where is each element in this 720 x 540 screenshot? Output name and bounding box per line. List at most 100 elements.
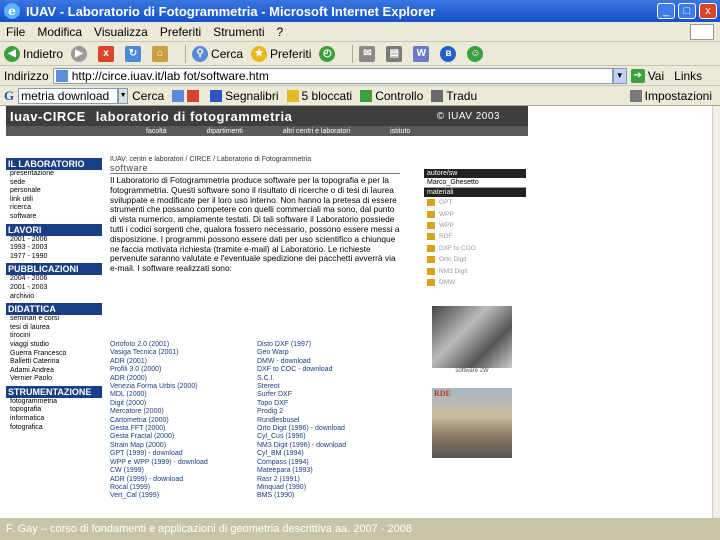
- google-settings-button[interactable]: Impostazioni: [629, 89, 712, 103]
- program-link[interactable]: Mateepara (1993): [257, 467, 346, 475]
- menu-help[interactable]: ?: [277, 25, 284, 39]
- stop-button[interactable]: x: [98, 45, 117, 62]
- breadcrumb[interactable]: IUAV: centri e laboratori / CIRCE / Labo…: [110, 156, 400, 163]
- program-link[interactable]: Disto DXF (1997): [257, 341, 346, 349]
- spellcheck-button[interactable]: Controllo: [360, 89, 423, 103]
- program-link[interactable]: Cyl_BM (1994): [257, 450, 346, 458]
- program-link[interactable]: Rocal (1999): [110, 484, 208, 492]
- program-link[interactable]: Strain Map (2000): [110, 442, 208, 450]
- google-dropdown-icon[interactable]: ▼: [118, 87, 129, 104]
- program-link[interactable]: Rundlesbusel: [257, 417, 346, 425]
- sidebar-item[interactable]: Balletti Caterina: [6, 358, 102, 367]
- sidebar-item[interactable]: 2004 - 2006: [6, 275, 102, 284]
- sidebar-item[interactable]: link utili: [6, 196, 102, 205]
- maximize-button[interactable]: □: [678, 3, 696, 19]
- links-button[interactable]: Links: [674, 69, 702, 83]
- sidebar-item[interactable]: fotogrammetria: [6, 398, 102, 407]
- program-link[interactable]: ADR (1999) - download: [110, 476, 208, 484]
- sidebar-item[interactable]: personale: [6, 187, 102, 196]
- address-input[interactable]: http://circe.iuav.it/lab fot/software.ht…: [52, 67, 613, 84]
- nav-dipartimenti[interactable]: dipartimenti: [207, 128, 243, 135]
- google-search-button[interactable]: Cerca: [132, 89, 164, 103]
- print-button[interactable]: ▤: [386, 45, 405, 62]
- sidebar-item[interactable]: tesi di laurea: [6, 324, 102, 333]
- material-item[interactable]: NM3 Digit: [424, 265, 526, 276]
- messenger-button[interactable]: ☺: [467, 45, 486, 62]
- sidebar-item[interactable]: informatica: [6, 415, 102, 424]
- sidebar-item[interactable]: ricerca: [6, 204, 102, 213]
- material-item[interactable]: Orto Digit: [424, 254, 526, 265]
- sidebar-item[interactable]: viaggi studio: [6, 341, 102, 350]
- sidebar-section[interactable]: IL LABORATORIO: [6, 158, 102, 170]
- program-link[interactable]: Gesta FFT (2000): [110, 425, 208, 433]
- vertical-scrollbar[interactable]: [712, 106, 720, 520]
- sidebar-item[interactable]: 1977 - 1990: [6, 253, 102, 262]
- sidebar-item[interactable]: Guerra Francesco: [6, 350, 102, 359]
- program-link[interactable]: CW (1999): [110, 467, 208, 475]
- program-link[interactable]: Ortofoto 2.0 (2001): [110, 341, 208, 349]
- google-search-input[interactable]: metria download: [18, 87, 119, 104]
- sidebar-item[interactable]: fotografica: [6, 424, 102, 433]
- program-link[interactable]: ADR (2000): [110, 375, 208, 383]
- material-item[interactable]: DXF to COO: [424, 243, 526, 254]
- author-name[interactable]: Marco_Ghesetto: [424, 178, 526, 188]
- program-link[interactable]: Cartometria (2000): [110, 417, 208, 425]
- program-link[interactable]: Cyl_Cus (1996): [257, 433, 346, 441]
- program-link[interactable]: Vasiga Tecnica (2001): [110, 349, 208, 357]
- material-item[interactable]: GPT: [424, 197, 526, 208]
- sidebar-item[interactable]: 2001 - 2006: [6, 236, 102, 245]
- program-link[interactable]: ADR (2001): [110, 358, 208, 366]
- sidebar-item[interactable]: seminari e corsi: [6, 315, 102, 324]
- sidebar-section[interactable]: PUBBLICAZIONI: [6, 263, 102, 276]
- program-link[interactable]: Mercatore (2000): [110, 408, 208, 416]
- google-extra-buttons[interactable]: [172, 89, 202, 102]
- program-link[interactable]: Orto Digit (1996) - download: [257, 425, 346, 433]
- close-button[interactable]: x: [699, 3, 717, 19]
- favorites-button[interactable]: ★ Preferiti: [251, 45, 311, 62]
- nav-istituto[interactable]: istituto: [390, 128, 410, 135]
- edit-button[interactable]: W: [413, 45, 432, 62]
- menu-tools[interactable]: Strumenti: [213, 25, 264, 39]
- home-button[interactable]: ⌂: [152, 45, 171, 62]
- program-link[interactable]: Gesta Fractal (2000): [110, 433, 208, 441]
- translate-button[interactable]: Tradu: [431, 89, 477, 103]
- program-link[interactable]: Profili 3.0 (2000): [110, 366, 208, 374]
- back-button[interactable]: ◀ Indietro: [4, 45, 63, 62]
- refresh-button[interactable]: ↻: [125, 45, 144, 62]
- program-link[interactable]: Compass (1994): [257, 459, 346, 467]
- program-link[interactable]: DXF to COC - download: [257, 366, 346, 374]
- bookmarks-button[interactable]: Segnalibri: [210, 89, 279, 103]
- program-link[interactable]: S.C.I.: [257, 375, 346, 383]
- go-button[interactable]: ➔ Vai: [630, 68, 664, 83]
- program-link[interactable]: Stereot: [257, 383, 346, 391]
- program-link[interactable]: Geo Warp: [257, 349, 346, 357]
- material-item[interactable]: WPP: [424, 220, 526, 231]
- popup-blocker-button[interactable]: 5 bloccati: [286, 89, 352, 103]
- menu-view[interactable]: Visualizza: [94, 25, 148, 39]
- program-link[interactable]: MDL (2000): [110, 391, 208, 399]
- sidebar-item[interactable]: Vernier Paolo: [6, 375, 102, 384]
- program-link[interactable]: Surfer DXF: [257, 391, 346, 399]
- sidebar-item[interactable]: software: [6, 213, 102, 222]
- forward-button[interactable]: ▶: [71, 45, 90, 62]
- program-link[interactable]: Venezia Forma Urbis (2000): [110, 383, 208, 391]
- program-link[interactable]: NM3 Digit (1996) - download: [257, 442, 346, 450]
- nav-facolta[interactable]: facoltà: [146, 128, 167, 135]
- bluetooth-button[interactable]: ʙ: [440, 45, 459, 62]
- nav-altri-centri[interactable]: altri centri e laboratori: [283, 128, 350, 135]
- program-link[interactable]: Topo DXF: [257, 400, 346, 408]
- sidebar-item[interactable]: archivio: [6, 293, 102, 302]
- menu-file[interactable]: File: [6, 25, 25, 39]
- sidebar-item[interactable]: tirocini: [6, 332, 102, 341]
- search-button[interactable]: ⚲ Cerca: [192, 45, 243, 62]
- sidebar-item[interactable]: 1993 - 2003: [6, 244, 102, 253]
- sidebar-section[interactable]: STRUMENTAZIONE: [6, 385, 102, 398]
- program-link[interactable]: DMW - download: [257, 358, 346, 366]
- program-link[interactable]: WPP e WPP (1999) - download: [110, 459, 208, 467]
- material-item[interactable]: RDF: [424, 231, 526, 242]
- program-link[interactable]: Rasr 2 (1991): [257, 476, 346, 484]
- sidebar-item[interactable]: presentazione: [6, 170, 102, 179]
- material-item[interactable]: WPP: [424, 208, 526, 219]
- sidebar-section[interactable]: DIDATTICA: [6, 303, 102, 316]
- menu-edit[interactable]: Modifica: [37, 25, 82, 39]
